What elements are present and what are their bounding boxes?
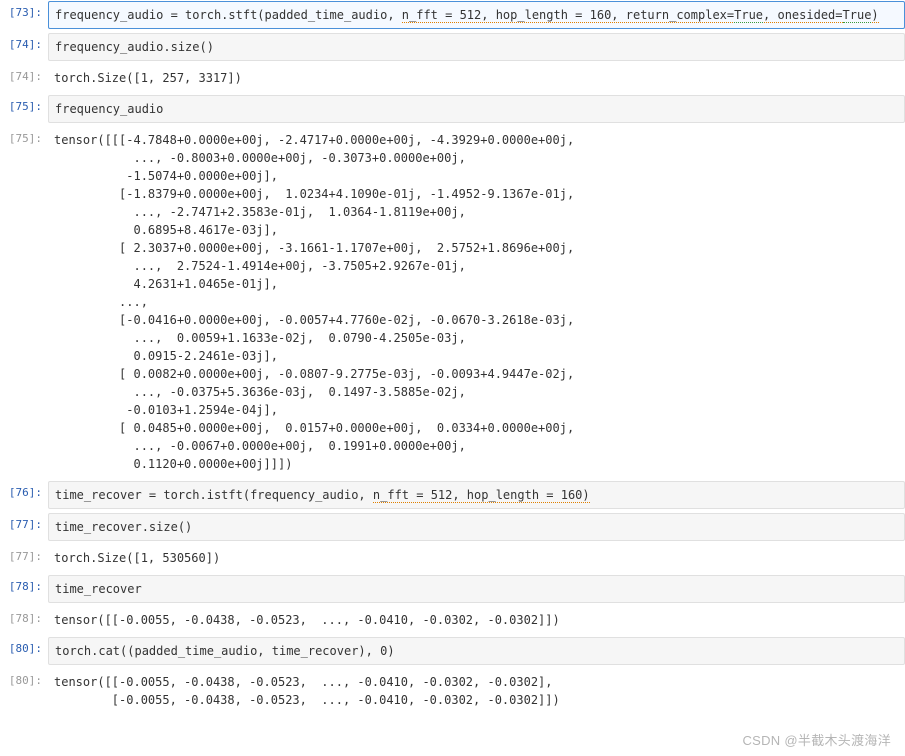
input-prompt: [80]: — [0, 637, 48, 665]
input-prompt: [74]: — [0, 33, 48, 61]
output-prompt: [77]: — [0, 545, 48, 571]
input-prompt: [73]: — [0, 1, 48, 29]
output-cell: [74]:torch.Size([1, 257, 3317]) — [0, 64, 905, 92]
output-prompt: [74]: — [0, 65, 48, 91]
code-content[interactable]: time_recover — [48, 575, 905, 603]
code-text: time_recover = torch.istft(frequency_aud… — [55, 488, 373, 502]
code-content[interactable]: frequency_audio — [48, 95, 905, 123]
code-content[interactable]: time_recover = torch.istft(frequency_aud… — [48, 481, 905, 509]
code-text: frequency_audio.size() — [55, 40, 214, 54]
code-content[interactable]: frequency_audio.size() — [48, 33, 905, 61]
notebook: [73]: frequency_audio = torch.stft(padded… — [0, 0, 905, 714]
input-prompt: [77]: — [0, 513, 48, 541]
code-content[interactable]: torch.cat((padded_time_audio, time_recov… — [48, 637, 905, 665]
output-cell: [80]:tensor([[-0.0055, -0.0438, -0.0523,… — [0, 668, 905, 714]
code-cell: [77]: time_recover.size() — [0, 512, 905, 542]
output-prompt: [80]: — [0, 669, 48, 713]
code-text: torch.cat((padded_time_audio, time_recov… — [55, 644, 395, 658]
code-text: time_recover — [55, 582, 142, 596]
output-cell: [78]:tensor([[-0.0055, -0.0438, -0.0523,… — [0, 606, 905, 634]
output-prompt: [78]: — [0, 607, 48, 633]
code-cell: [76]: time_recover = torch.istft(frequenc… — [0, 480, 905, 510]
watermark-text: CSDN @半截木头渡海洋 — [742, 731, 891, 751]
output-cell: [75]:tensor([[[-4.7848+0.0000e+00j, -2.4… — [0, 126, 905, 478]
output-content: tensor([[-0.0055, -0.0438, -0.0523, ...,… — [48, 607, 905, 633]
code-text: frequency_audio = torch.stft(padded_time… — [55, 8, 402, 22]
code-cell: [80]: torch.cat((padded_time_audio, time_… — [0, 636, 905, 666]
input-prompt: [76]: — [0, 481, 48, 509]
output-prompt: [75]: — [0, 127, 48, 477]
output-content: tensor([[-0.0055, -0.0438, -0.0523, ...,… — [48, 669, 905, 713]
code-cell: [78]: time_recover — [0, 574, 905, 604]
output-content: tensor([[[-4.7848+0.0000e+00j, -2.4717+0… — [48, 127, 905, 477]
parameter-hint: n_fft = 512, hop_length = 160) — [373, 488, 590, 503]
input-prompt: [78]: — [0, 575, 48, 603]
parameter-hint: n_fft = 512, hop_length = 160, return_co… — [402, 8, 879, 23]
code-cell: [75]: frequency_audio — [0, 94, 905, 124]
code-text: time_recover.size() — [55, 520, 192, 534]
input-prompt: [75]: — [0, 95, 48, 123]
code-content[interactable]: time_recover.size() — [48, 513, 905, 541]
code-content[interactable]: frequency_audio = torch.stft(padded_time… — [48, 1, 905, 29]
code-cell: [74]: frequency_audio.size() — [0, 32, 905, 62]
output-content: torch.Size([1, 257, 3317]) — [48, 65, 905, 91]
output-cell: [77]:torch.Size([1, 530560]) — [0, 544, 905, 572]
output-content: torch.Size([1, 530560]) — [48, 545, 905, 571]
code-text: frequency_audio — [55, 102, 163, 116]
code-cell: [73]: frequency_audio = torch.stft(padded… — [0, 0, 905, 30]
